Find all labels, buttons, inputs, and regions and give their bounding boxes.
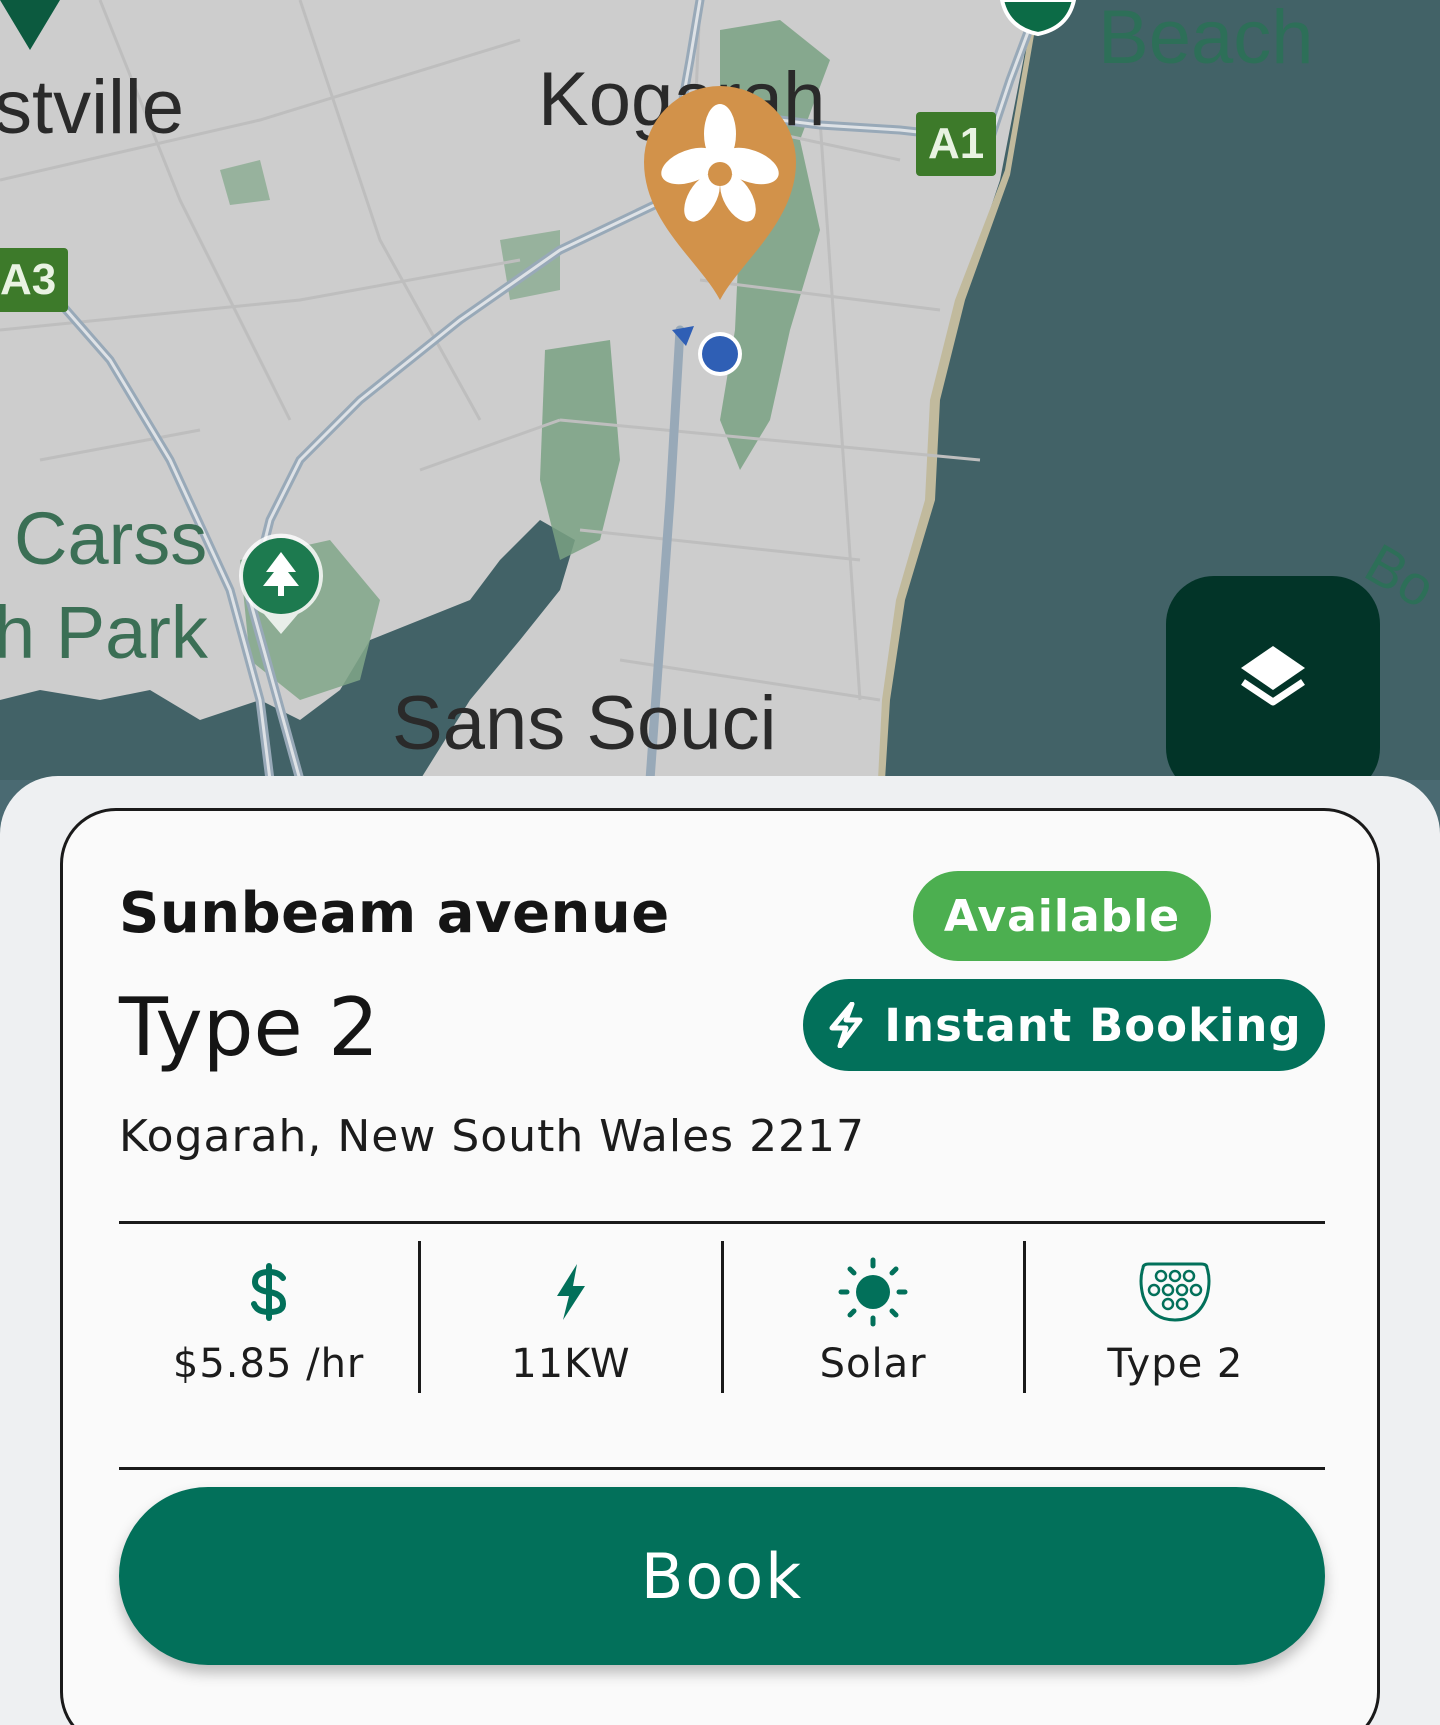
road-shield-a1: A1 [916,112,997,176]
feature-connector-label: Type 2 [1107,1341,1244,1387]
road-shield-a3: A3 [0,248,69,312]
map-label-sans-souci: Sans Souci [392,681,777,766]
book-button[interactable]: Book [119,1487,1325,1665]
feature-source-label: Solar [819,1341,927,1387]
map-label-beach: Beach [1098,0,1314,80]
type2-plug-icon [1139,1262,1211,1322]
status-badge: Available [913,871,1211,961]
dollar-icon [250,1263,286,1321]
feature-power: 11KW [421,1241,720,1396]
map-view[interactable]: stville Kogarah Beach Carss h Park Sans … [0,0,1440,780]
feature-price: $5.85 /hr [119,1241,418,1396]
map-label-carss-line2: h Park [0,591,208,674]
instant-booking-badge: Instant Booking [803,979,1325,1071]
feature-source: Solar [724,1241,1023,1396]
layers-button[interactable] [1166,576,1380,780]
bolt-icon [556,1264,585,1320]
instant-booking-label: Instant Booking [884,998,1302,1052]
divider [119,1467,1325,1470]
station-card: Sunbeam avenue Available Type 2 Instant … [60,808,1380,1725]
map-label-hurstville: stville [0,65,185,150]
feature-connector: Type 2 [1026,1241,1325,1396]
feature-power-label: 11KW [511,1341,631,1387]
connector-title: Type 2 [119,981,380,1074]
bolt-icon [829,1002,863,1048]
map-pin-partial-icon[interactable] [0,0,60,52]
feature-row: $5.85 /hr 11KW Solar Type 2 [119,1241,1325,1396]
map-pin-partial-icon[interactable] [996,0,1080,36]
orange-flower-pin-icon[interactable] [640,82,800,304]
map-label-carss-line1: Carss [14,497,208,580]
sun-icon [838,1257,908,1327]
blue-location-dot-icon [672,326,742,376]
layers-icon [1241,646,1305,706]
divider [119,1221,1325,1224]
tree-pin-icon[interactable] [236,530,326,636]
station-address: Kogarah, New South Wales 2217 [119,1111,866,1162]
station-name: Sunbeam avenue [119,881,670,946]
feature-price-label: $5.85 /hr [172,1341,365,1387]
station-bottom-sheet: Sunbeam avenue Available Type 2 Instant … [0,776,1440,1725]
